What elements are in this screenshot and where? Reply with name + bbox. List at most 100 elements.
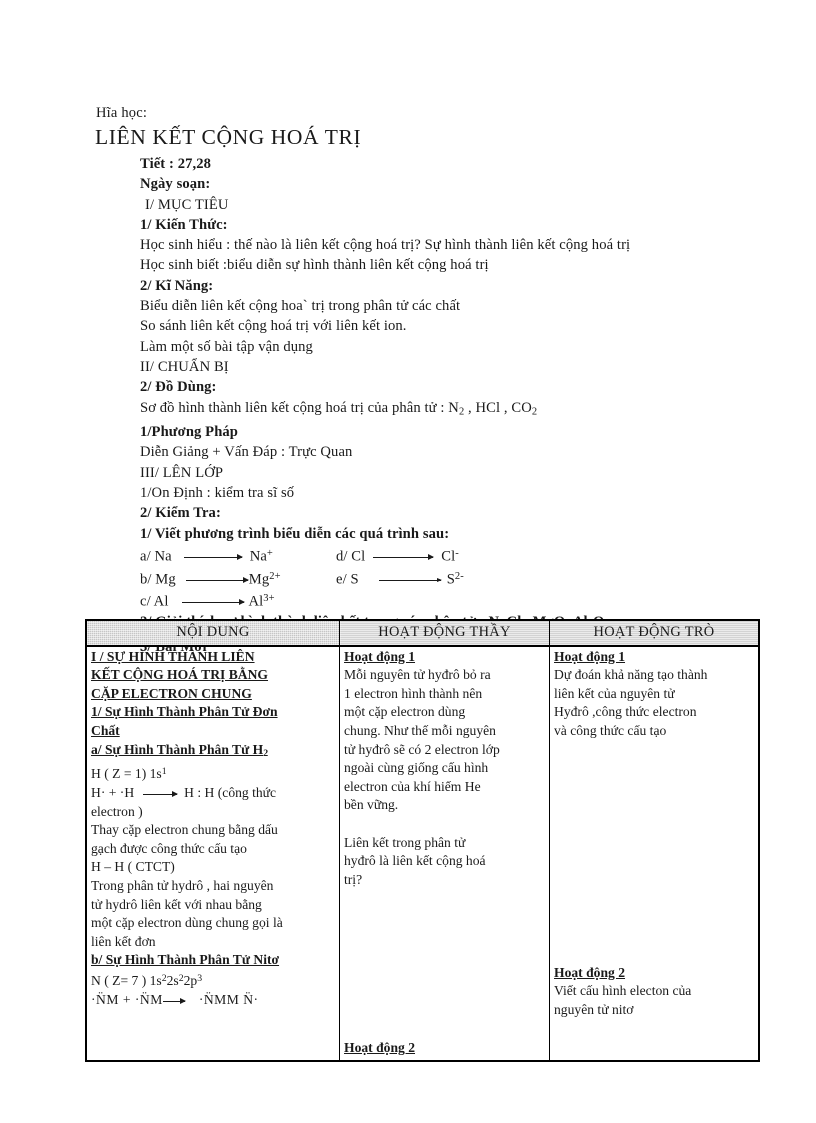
teacher-activity-1-line-1: Mỗi nguyên tử hyđrô bỏ ra [344,667,491,683]
column-header-teacher-activity: HOẠT ĐỘNG THẦY [339,619,550,647]
paragraph-1-line-2: gạch được công thức cấu tạo [91,840,247,856]
method-line: Diễn Giảng + Vấn Đáp : Trực Quan [140,444,353,461]
column-header-content: NỘI DUNG [85,619,340,647]
nitrogen-config-mid-1: 2s [166,973,179,989]
equation-a-charge: + [266,547,273,559]
hydrogen-config-sup: 1 [161,766,167,778]
method-heading: 1/Phương Pháp [140,424,239,441]
student-activity-1-heading: Hoạt động 1 [554,648,626,664]
equation-b-right: Mg [248,571,270,588]
teacher-activity-1-line-4: chung. Như thế mỗi nguyên [344,722,496,738]
cell-content-column: I / SỰ HÌNH THÀNH LIÊN KẾT CỘNG HOÁ TRỊ … [85,645,340,1062]
equation-d-charge: - [455,547,459,559]
teacher-activity-1-heading: Hoạt động 1 [344,648,416,664]
teacher-activity-1-line-7: electron của khí hiếm He [344,778,481,794]
date-line: Ngày soạn: [140,176,211,193]
teacher-activity-1-line-6: ngoài cùng giống cấu hình [344,760,489,776]
period-line: Tiết : 27,28 [140,156,212,172]
teacher-activity-1-line-8: bền vững. [344,797,399,813]
hydrogen-equation: H· + ·H H : H (công thức [91,784,335,803]
equipment-line: Sơ đồ hình thành liên kết cộng hoá trị c… [140,398,760,423]
reaction-arrow-icon [162,994,185,1008]
skills-heading: 2/ Kĩ Năng: [140,277,214,294]
main-heading-line-2: KẾT CỘNG HOÁ TRỊ BẰNG [91,667,269,683]
nitrogen-config-pre: N ( Z= 7 ) 1s [91,973,162,989]
teacher-activity-1-line-2: 1 electron hình thành nên [344,685,483,701]
teacher-column-body: Hoạt động 1 Mỗi nguyên tử hyđrô bỏ ra 1 … [344,648,545,1058]
equipment-heading: 2/ Đồ Dùng: [140,379,217,396]
reaction-arrow-icon [378,572,441,587]
paragraph-2-line-2: tử hydrô liên kết với nhau bằng [91,896,262,912]
cell-teacher-activity-column: Hoạt động 1 Mỗi nguyên tử hyđrô bỏ ra 1 … [339,645,550,1062]
equation-b: b/ Mg Mg2+ [140,567,336,590]
equation-c: c/ Al Al3+ [140,589,336,612]
check-heading: 2/ Kiểm Tra: [140,505,221,522]
student-activity-2-line-1: Viết cấu hình electon của [554,983,692,999]
paragraph-1-line-1: Thay cặp electron chung bằng dấu [91,822,278,838]
hydrogen-equation-cont: electron ) [91,803,143,819]
student-activity-1-line-1: Dự đoán khả năng tạo thành [554,667,708,683]
equation-e-right: S [446,571,455,588]
reaction-arrow-icon [143,787,178,801]
table-header-row: NỘI DUNG HOẠT ĐỘNG THẦY HOẠT ĐỘNG TRÒ [85,619,760,647]
nitrogen-lewis-right: ·N̈MM N̈· [198,991,259,1007]
teacher-spacer [344,815,545,834]
table-row: I / SỰ HÌNH THÀNH LIÊN KẾT CỘNG HOÁ TRỊ … [85,645,760,1062]
document-page: Hĩa học: LIÊN KẾT CỘNG HOÁ TRỊ Tiết : 27… [0,0,816,1123]
skills-line-1: Biểu diễn liên kết cộng hoa` trị trong p… [140,298,461,315]
main-heading-line-3: CẶP ELECTRON CHUNG [91,685,252,701]
reaction-arrow-icon [185,572,248,587]
student-activity-1-line-2: liên kết của nguyên tử [554,685,675,701]
nitrogen-lewis-equation: ·N̈M + ·N̈M ·N̈MM N̈· [91,991,335,1010]
hydrogen-config: H ( Z = 1) 1s1 [91,763,335,784]
equation-e-charge: 2- [454,570,464,582]
nitrogen-config-sup-3: 3 [197,972,203,984]
lesson-plan-body: Tiết : 27,28 Ngày soạn: I/ MỤC TIÊU 1/ K… [140,154,760,657]
column-header-student-activity: HOẠT ĐỘNG TRÒ [549,619,760,647]
equation-a-right: Na [249,548,267,565]
equation-d-right: Cl [441,548,456,565]
nitrogen-config: N ( Z= 7 ) 1s22s22p3 [91,970,335,991]
teacher-activity-1-line-3: một cặp electron dùng [344,704,466,720]
equation-d: d/ Cl Cl- [336,544,459,567]
subject-label: Hĩa học: [96,105,148,121]
subheading-2-sub: 2 [263,747,269,759]
main-heading-line-1: I / SỰ HÌNH THÀNH LIÊN [91,648,255,664]
check-line-1: 1/ Viết phương trình biểu diễn các quá t… [140,525,450,542]
hydrogen-config-text: H ( Z = 1) 1s [91,766,162,782]
equation-b-left: b/ Mg [140,571,176,588]
equation-row-a: a/ Na Na+ d/ Cl Cl- [140,544,760,567]
paragraph-2-line-4: liên kết đơn [91,933,156,949]
teacher-gap [344,889,545,1039]
student-column-body: Hoạt động 1 Dự đoán khả năng tạo thành l… [554,648,754,1038]
equation-e: e/ S S2- [336,567,464,590]
equipment-text-mid: , HCl , CO [464,399,532,416]
objectives-heading: I/ MỤC TIÊU [145,196,229,213]
reaction-arrow-icon [183,550,242,565]
knowledge-heading: 1/ Kiến Thức: [140,216,228,233]
reaction-arrow-icon [182,595,245,610]
page-title: LIÊN KẾT CỘNG HOÁ TRỊ [95,125,362,149]
teacher-activity-1-line-5: tử hyđrô sẽ có 2 electron lớp [344,741,500,757]
subheading-1-line-2: Chất [91,722,120,738]
equipment-text-pre: Sơ đồ hình thành liên kết cộng hoá trị c… [140,399,459,416]
equation-d-left: d/ Cl [336,548,366,565]
knowledge-line-1: Học sinh hiểu : thế nào là liên kết cộng… [140,237,631,254]
student-activity-1-line-3: Hyđrô ,công thức electron [554,704,697,720]
equation-c-left: c/ Al [140,593,169,610]
paragraph-2-line-1: Trong phân tử hydrô , hai nguyên [91,877,274,893]
equation-row-c: c/ Al Al3+ [140,589,760,612]
reaction-arrow-icon [373,550,434,565]
paragraph-2-line-3: một cặp electron dùng chung gọi là [91,915,283,931]
equation-c-charge: 3+ [263,593,275,605]
equation-a: a/ Na Na+ [140,544,336,567]
student-activity-1-line-4: và công thức cấu tạo [554,722,667,738]
nitrogen-lewis-left: ·N̈M + ·N̈M [91,991,163,1007]
knowledge-line-2: Học sinh biết :biểu diễn sự hình thành l… [140,257,489,274]
structural-formula: H – H ( CTCT) [91,859,175,875]
content-column-body: I / SỰ HÌNH THÀNH LIÊN KẾT CỘNG HOÁ TRỊ … [91,648,335,1038]
skills-line-2: So sánh liên kết cộng hoá trị với liên k… [140,318,407,335]
cell-student-activity-column: Hoạt động 1 Dự đoán khả năng tạo thành l… [549,645,760,1062]
preparation-heading: II/ CHUẨN BỊ [140,358,229,375]
hydrogen-equation-right: H : H (công thức [184,785,277,800]
